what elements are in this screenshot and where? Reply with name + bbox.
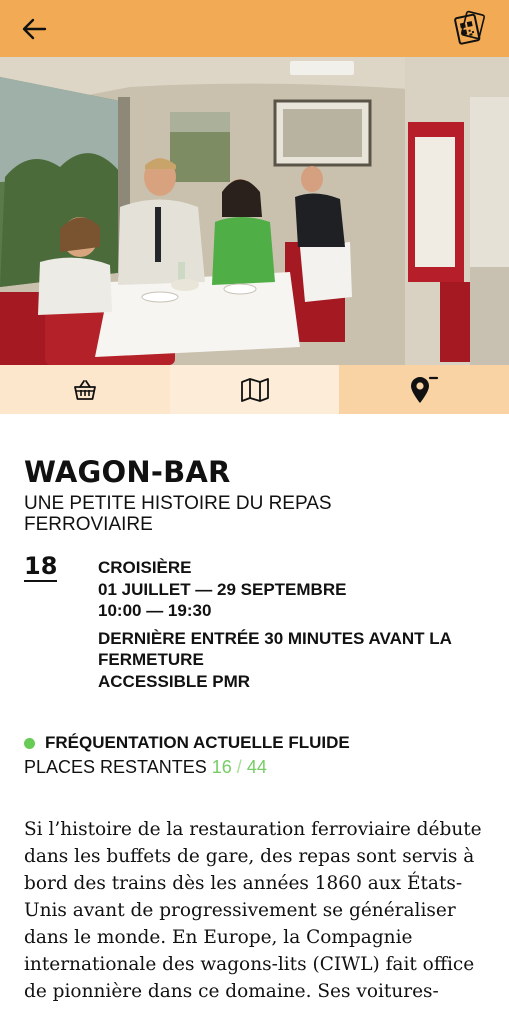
event-dates: 01 JUILLET — 29 SEPTEMBRE	[98, 579, 347, 599]
hero-image	[0, 57, 509, 365]
back-button[interactable]	[20, 14, 50, 44]
places-remaining-count: 16	[211, 757, 232, 777]
places-separator: /	[236, 757, 242, 777]
tab-map[interactable]	[169, 365, 340, 414]
places-remaining: PLACES RESTANTES 16 / 44	[24, 757, 494, 778]
places-total-count: 44	[246, 757, 267, 777]
basket-icon	[73, 379, 96, 400]
event-hours: 10:00 — 19:30	[98, 601, 212, 620]
event-accessibility: ACCESSIBLE PMR	[98, 671, 251, 691]
tab-shop[interactable]	[0, 365, 170, 414]
ticket-icon	[454, 10, 486, 45]
tab-location[interactable]	[339, 365, 509, 414]
event-content: WAGON-BAR UNE PETITE HISTOIRE DU REPAS F…	[24, 455, 494, 1005]
map-icon	[240, 377, 269, 402]
arrow-left-icon	[22, 18, 47, 40]
places-label: PLACES RESTANTES	[24, 757, 207, 777]
attendance-text: FRÉQUENTATION ACTUELLE FLUIDE	[45, 733, 350, 752]
event-details: CROISIÈRE 01 JUILLET — 29 SEPTEMBRE 10:0…	[98, 557, 498, 692]
top-bar	[0, 0, 509, 57]
tab-bar	[0, 365, 509, 414]
event-description: Si l’histoire de la restauration ferrovi…	[24, 819, 482, 1002]
attendance-status: FRÉQUENTATION ACTUELLE FLUIDE PLACES RES…	[24, 733, 494, 778]
event-title: WAGON-BAR	[24, 455, 231, 489]
status-dot-icon	[24, 737, 35, 749]
event-last-entry: DERNIÈRE ENTRÉE 30 MINUTES AVANT LA FERM…	[98, 628, 452, 670]
location-pin-icon	[411, 376, 439, 403]
event-subtitle: UNE PETITE HISTOIRE DU REPAS FERROVIAIRE	[24, 493, 332, 535]
event-number: 18	[24, 552, 58, 582]
event-category: CROISIÈRE	[98, 558, 192, 577]
event-info: 18 CROISIÈRE 01 JUILLET — 29 SEPTEMBRE 1…	[24, 553, 494, 707]
ticket-button[interactable]	[450, 10, 486, 46]
attendance-line: FRÉQUENTATION ACTUELLE FLUIDE	[24, 733, 494, 753]
